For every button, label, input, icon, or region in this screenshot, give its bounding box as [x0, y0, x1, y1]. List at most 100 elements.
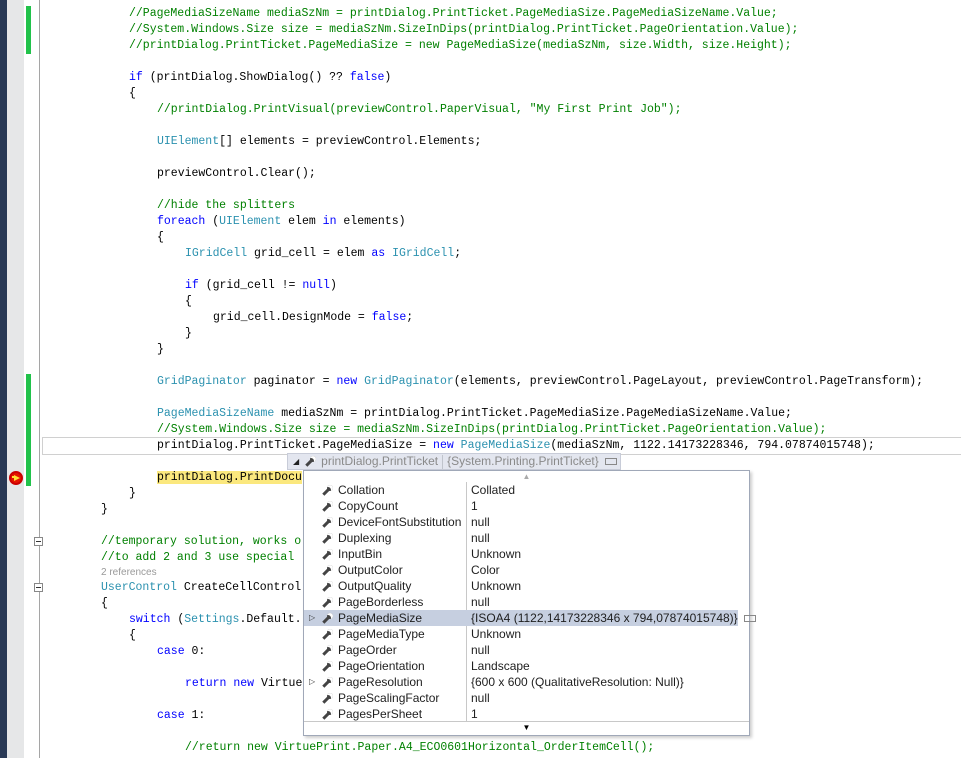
code-line: }	[0, 326, 961, 342]
comment: //System.Windows.Size size = mediaSzNm.S…	[129, 23, 799, 36]
datatip-expression: printDialog.PrintTicket	[321, 454, 439, 468]
datatip-header[interactable]: ◢ printDialog.PrintTicket {System.Printi…	[287, 453, 621, 470]
property-wrench-icon	[322, 516, 333, 528]
comment: //return new VirtuePrint.Paper.A4_ECO060…	[185, 741, 655, 754]
property-name: PageOrder	[338, 643, 397, 657]
keyword: false	[349, 71, 385, 84]
property-value[interactable]: Unknown	[471, 546, 521, 562]
property-value[interactable]: null	[471, 690, 490, 706]
keyword: return	[185, 677, 227, 690]
keyword: as	[371, 247, 386, 260]
type-name: GridPaginator	[364, 375, 454, 388]
datatip-row-outputcolor[interactable]: OutputColor Color	[304, 562, 749, 578]
property-wrench-icon	[322, 628, 333, 640]
datatip-row-pagemediatype[interactable]: PageMediaType Unknown	[304, 626, 749, 642]
keyword: null	[302, 279, 330, 292]
property-name: DeviceFontSubstitution	[338, 515, 462, 529]
property-name: PagesPerSheet	[338, 707, 423, 721]
code-text: 0:	[184, 645, 206, 658]
datatip-row-pagespersheet[interactable]: PagesPerSheet 1	[304, 706, 749, 722]
current-statement: printDialog.PrintDocu	[157, 471, 302, 484]
code-text: (elements, previewControl.PageLayout, pr…	[453, 375, 924, 388]
property-wrench-icon	[305, 456, 317, 467]
scroll-down-icon[interactable]: ▼	[304, 722, 749, 734]
property-value-text: Unknown	[471, 547, 522, 561]
property-value[interactable]: 1	[471, 706, 478, 722]
keyword: if	[129, 71, 143, 84]
code-line: {	[0, 230, 961, 246]
code-text: {	[129, 87, 136, 100]
type-name: IGridCell	[392, 247, 455, 260]
datatip-row-pagemediasize[interactable]: ▷ PageMediaSize {ISOA4 (1122,14173228346 x…	[304, 610, 756, 626]
expand-icon[interactable]: ▷	[309, 610, 315, 626]
datatip-row-duplexing[interactable]: Duplexing null	[304, 530, 749, 546]
property-wrench-icon	[322, 500, 333, 512]
datatip-row-copycount[interactable]: CopyCount 1	[304, 498, 749, 514]
property-value[interactable]: Collated	[471, 482, 515, 498]
datatip-type: {System.Printing.PrintTicket}	[447, 454, 599, 468]
code-line: printDialog.PrintTicket.PageMediaSize = …	[42, 437, 961, 455]
keyword: if	[185, 279, 199, 292]
datatip-row-inputbin[interactable]: InputBin Unknown	[304, 546, 749, 562]
comment: //hide the splitters	[157, 199, 296, 212]
property-value[interactable]: null	[471, 594, 490, 610]
property-name: PageScalingFactor	[338, 691, 440, 705]
code-text: Virtue	[254, 677, 303, 690]
property-value[interactable]: null	[471, 514, 490, 530]
datatip-row-pageorder[interactable]: PageOrder null	[304, 642, 749, 658]
code-text: (mediaSzNm, 1122.14173228346, 794.078740…	[550, 439, 875, 452]
code-text: elements)	[336, 215, 406, 228]
datatip-row-pagescalingfactor[interactable]: PageScalingFactor null	[304, 690, 749, 706]
property-value[interactable]: {600 x 600 (QualitativeResolution: Null)…	[471, 674, 684, 690]
code-text: previewControl.Clear();	[157, 167, 316, 180]
property-wrench-icon	[322, 532, 333, 544]
code-line: }	[0, 342, 961, 358]
code-line: IGridCell grid_cell = elem as IGridCell;	[0, 246, 961, 262]
property-name: PageMediaType	[338, 627, 425, 641]
property-value-text: 1	[471, 499, 478, 513]
datatip-row-pageorientation[interactable]: PageOrientation Landscape	[304, 658, 749, 674]
property-value[interactable]: null	[471, 642, 490, 658]
collapse-triangle-icon[interactable]: ◢	[293, 454, 299, 469]
property-value-text: 1	[471, 707, 478, 721]
code-line: {	[0, 294, 961, 310]
pin-icon[interactable]	[604, 458, 617, 465]
property-value[interactable]: Color	[471, 562, 500, 578]
type-name: GridPaginator	[157, 375, 247, 388]
property-name: PageOrientation	[338, 659, 425, 673]
code-text: [] elements = previewControl.Elements;	[219, 135, 482, 148]
property-value-text: Landscape	[471, 659, 530, 673]
datatip-panel: ▲ Collation Collated CopyCount 1 DeviceFontS…	[303, 470, 756, 736]
property-value[interactable]: Unknown	[471, 626, 521, 642]
property-value[interactable]: 1	[471, 498, 478, 514]
datatip-row-devicefontsubstitution[interactable]: DeviceFontSubstitution null	[304, 514, 749, 530]
code-text: 1:	[184, 709, 206, 722]
property-value[interactable]: Landscape	[471, 658, 530, 674]
pin-icon[interactable]	[743, 615, 756, 622]
type-name: PageMediaSize	[460, 439, 551, 452]
datatip-row-collation[interactable]: Collation Collated	[304, 482, 749, 498]
property-name: PageBorderless	[338, 595, 424, 609]
property-value[interactable]: Unknown	[471, 578, 521, 594]
code-text: )	[329, 279, 337, 292]
code-text: (grid_cell !=	[198, 279, 303, 292]
code-text: }	[157, 343, 164, 356]
expand-icon[interactable]: ▷	[309, 674, 315, 690]
datatip-row-outputquality[interactable]: OutputQuality Unknown	[304, 578, 749, 594]
code-line: {	[0, 86, 961, 102]
property-value[interactable]: null	[471, 530, 490, 546]
property-value[interactable]: {ISOA4 (1122,14173228346 x 794,078740157…	[471, 610, 756, 626]
code-text: ;	[454, 247, 462, 260]
code-text: (printDialog.ShowDialog() ??	[142, 71, 350, 84]
datatip-row-pageresolution[interactable]: ▷ PageResolution {600 x 600 (QualitativeRe…	[304, 674, 749, 690]
code-text: }	[129, 487, 136, 500]
property-wrench-icon	[322, 580, 333, 592]
property-name: PageMediaSize	[338, 611, 423, 625]
property-wrench-icon	[322, 708, 333, 720]
type-name: UIElement	[157, 135, 220, 148]
datatip-row-pageborderless[interactable]: PageBorderless null	[304, 594, 749, 610]
